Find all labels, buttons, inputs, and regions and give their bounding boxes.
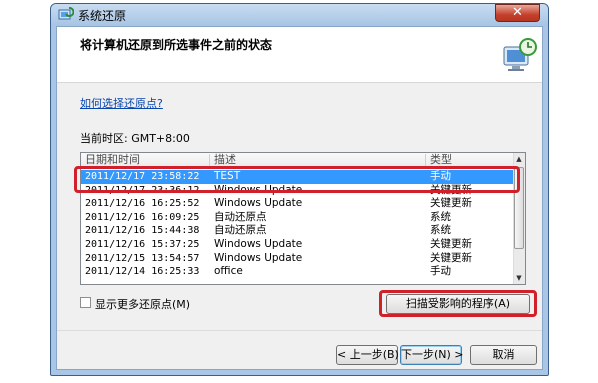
scroll-up-arrow-icon[interactable]: ▲ xyxy=(513,153,525,165)
row-type: 系统 xyxy=(430,224,451,237)
list-header: 日期和时间 描述 类型 xyxy=(81,153,513,167)
back-button[interactable]: < 上一步(B) xyxy=(336,345,399,365)
row-date: 2011/12/16 16:09:25 xyxy=(85,211,200,223)
row-description: 自动还原点 xyxy=(214,224,267,237)
row-description: office xyxy=(214,265,243,278)
list-row[interactable]: 2011/12/16 16:25:52 Windows Update 关键更新 xyxy=(81,197,513,211)
column-header-description[interactable]: 描述 xyxy=(214,153,236,167)
row-date: 2011/12/16 15:44:38 xyxy=(85,225,200,237)
next-button[interactable]: 下一步(N) > xyxy=(400,345,464,365)
window-title: 系统还原 xyxy=(78,9,127,23)
scroll-down-arrow-icon[interactable]: ▼ xyxy=(513,272,525,284)
row-description: Windows Update xyxy=(214,251,303,264)
show-more-label[interactable]: 显示更多还原点(M) xyxy=(95,296,190,312)
row-date: 2011/12/16 16:25:52 xyxy=(85,198,200,210)
row-date: 2011/12/14 16:25:33 xyxy=(85,266,200,278)
list-row[interactable]: 2011/12/16 15:37:25 Windows Update 关键更新 xyxy=(81,238,513,252)
restore-computer-icon xyxy=(499,35,539,75)
column-header-type[interactable]: 类型 xyxy=(430,153,452,167)
row-date: 2011/12/16 15:37:25 xyxy=(85,238,200,250)
system-restore-icon xyxy=(58,7,75,23)
row-type: 手动 xyxy=(430,265,451,278)
divider xyxy=(57,330,542,331)
column-separator[interactable] xyxy=(209,154,210,166)
row-date: 2011/12/15 13:54:57 xyxy=(85,252,200,264)
row-type: 关键更新 xyxy=(430,237,472,250)
row-type: 关键更新 xyxy=(430,197,472,210)
help-link[interactable]: 如何选择还原点? xyxy=(80,95,163,111)
cancel-button[interactable]: 取消 xyxy=(470,345,537,365)
list-row[interactable]: 2011/12/16 15:44:38 自动还原点 系统 xyxy=(81,224,513,238)
timezone-label: 当前时区: GMT+8:00 xyxy=(80,132,190,145)
list-row[interactable]: 2011/12/14 16:25:33 office 手动 xyxy=(81,265,513,279)
column-header-date[interactable]: 日期和时间 xyxy=(85,153,140,167)
list-row[interactable]: 2011/12/16 16:09:25 自动还原点 系统 xyxy=(81,211,513,225)
row-description: Windows Update xyxy=(214,237,303,250)
close-button[interactable]: ✕ xyxy=(495,4,540,22)
column-separator[interactable] xyxy=(425,154,426,166)
row-type: 系统 xyxy=(430,210,451,223)
row-description: 自动还原点 xyxy=(214,210,267,223)
annotation-highlight-scan-button xyxy=(379,290,537,317)
list-row[interactable]: 2011/12/15 13:54:57 Windows Update 关键更新 xyxy=(81,252,513,266)
annotation-highlight-selected-row xyxy=(74,166,520,193)
row-description: Windows Update xyxy=(214,197,303,210)
show-more-checkbox[interactable] xyxy=(80,297,91,308)
row-type: 关键更新 xyxy=(430,251,472,264)
page-title: 将计算机还原到所选事件之前的状态 xyxy=(80,38,273,52)
